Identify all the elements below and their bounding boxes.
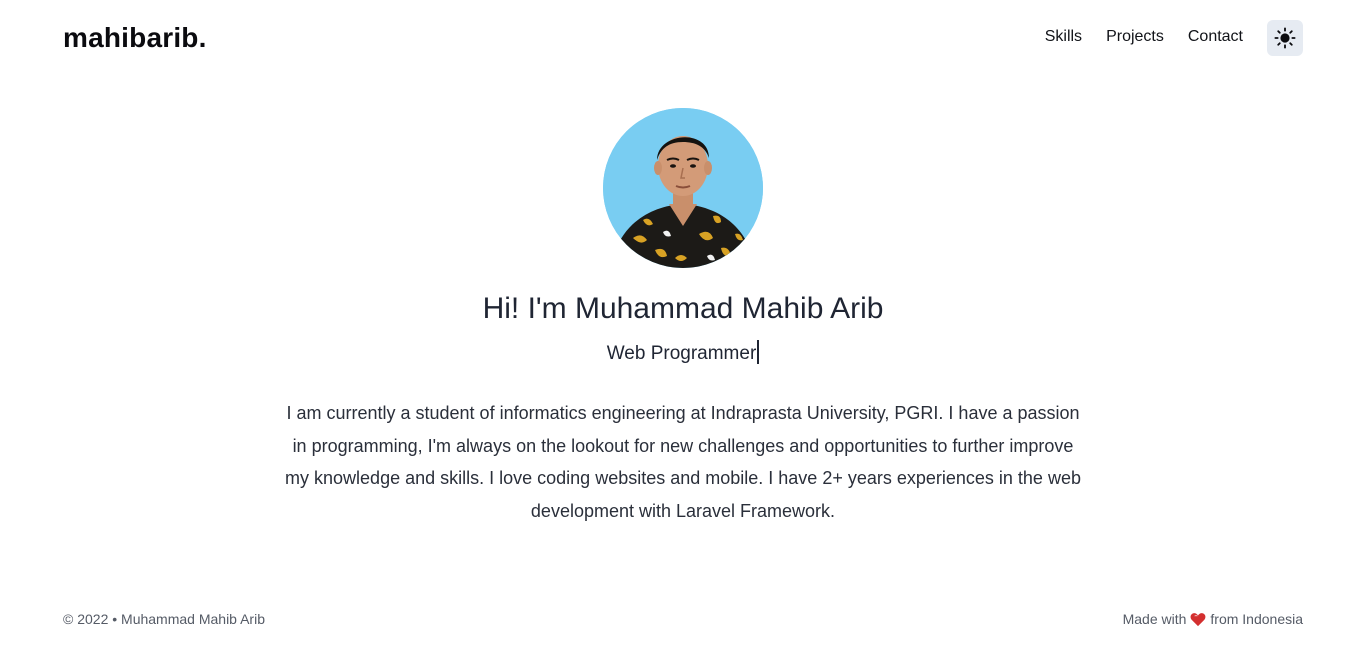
footer-made-with-suffix: from Indonesia <box>1210 611 1303 627</box>
nav-link-projects[interactable]: Projects <box>1106 28 1164 46</box>
main-nav: Skills Projects Contact <box>1045 28 1243 46</box>
hero-subtitle-wrapper: Web Programmer <box>0 340 1366 365</box>
heart-icon <box>1190 612 1206 626</box>
nav-link-contact[interactable]: Contact <box>1188 28 1243 46</box>
typing-cursor <box>757 340 760 364</box>
site-header: mahibarib. Skills Projects Contact <box>0 0 1366 78</box>
footer-copyright: © 2022 • Muhammad Mahib Arib <box>63 611 265 627</box>
hero-title: Hi! I'm Muhammad Mahib Arib <box>482 292 884 325</box>
nav-link-skills[interactable]: Skills <box>1045 28 1082 46</box>
sun-icon <box>1274 27 1296 49</box>
theme-toggle-button[interactable] <box>1267 20 1303 56</box>
footer-made-with: Made with from Indonesia <box>1123 611 1303 627</box>
hero-subtitle: Web Programmer <box>606 343 757 364</box>
brand-logo[interactable]: mahibarib. <box>63 22 207 54</box>
hero-bio: I am currently a student of informatics … <box>285 403 1081 521</box>
profile-photo <box>603 108 763 268</box>
avatar <box>603 108 763 268</box>
page: mahibarib. Skills Projects Contact Hi! I… <box>0 0 1366 657</box>
footer-made-with-prefix: Made with <box>1122 611 1187 627</box>
